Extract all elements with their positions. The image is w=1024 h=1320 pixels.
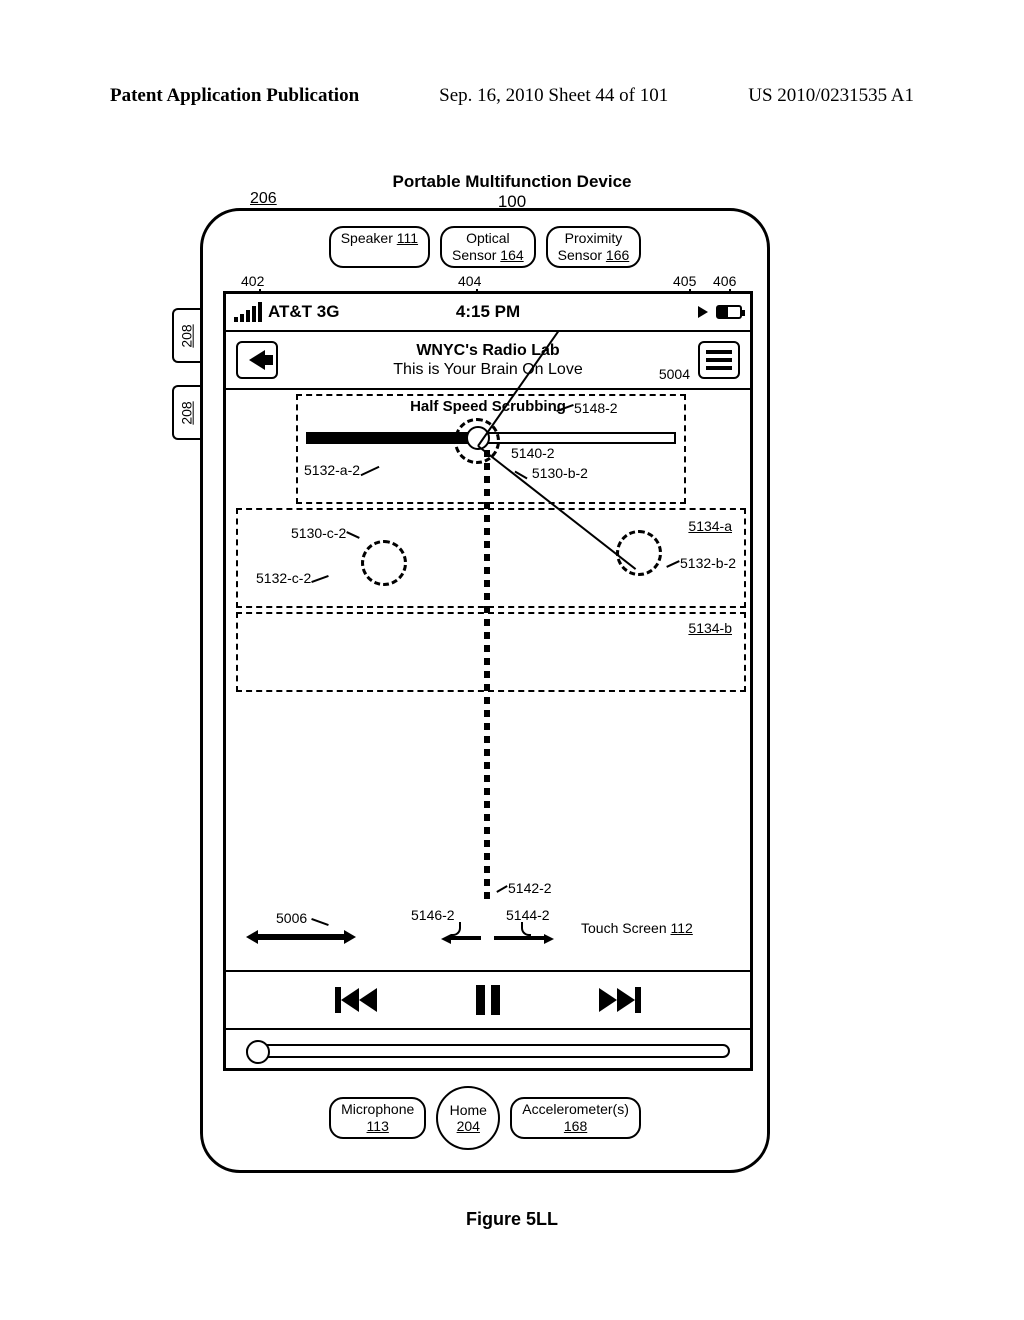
- next-button[interactable]: [599, 987, 641, 1013]
- touch-contact-2: [361, 540, 407, 586]
- device-frame: Speaker 111 OpticalSensor 164 ProximityS…: [200, 208, 770, 1173]
- ref-5144-2: 5144-2: [506, 907, 550, 923]
- ref-206: 206: [250, 190, 277, 208]
- battery-icon: [716, 305, 742, 319]
- nav-bar: WNYC's Radio Lab This is Your Brain On L…: [226, 332, 750, 390]
- touch-screen-label: Touch Screen 112: [581, 920, 693, 936]
- volume-slider[interactable]: [246, 1044, 730, 1058]
- back-button[interactable]: [236, 341, 278, 379]
- ref-5130-b-2: 5130-b-2: [514, 465, 588, 481]
- microphone-label: Microphone113: [329, 1097, 426, 1139]
- speaker-label: Speaker 111: [329, 226, 430, 268]
- lead-5144: [521, 922, 531, 936]
- mini-arrow-left-icon: [441, 934, 451, 944]
- vertical-dotted-axis: [484, 450, 490, 900]
- ref-5146-2: 5146-2: [411, 907, 455, 923]
- home-button[interactable]: Home 204: [436, 1086, 500, 1150]
- progress-fill: [308, 434, 473, 442]
- region-box-3: [236, 612, 746, 692]
- pause-button[interactable]: [476, 985, 500, 1015]
- accelerometer-label: Accelerometer(s)168: [510, 1097, 641, 1139]
- ref-5004: 5004: [659, 366, 690, 382]
- lead-5146: [451, 922, 461, 936]
- ref-5006: 5006: [276, 910, 329, 926]
- proximity-sensor-label: ProximitySensor 166: [546, 226, 642, 268]
- side-tab-208a: 208: [172, 308, 200, 363]
- ref-405: 405: [673, 273, 696, 289]
- mini-bar-left: [451, 936, 481, 940]
- mini-bar-right: [494, 936, 544, 940]
- figure-area: Portable Multifunction Device 100 206 20…: [0, 150, 1024, 1250]
- nav-title: WNYC's Radio Lab This is Your Brain On L…: [288, 341, 688, 379]
- device-title: Portable Multifunction Device: [393, 172, 632, 192]
- ref-402: 402: [241, 273, 264, 289]
- bottom-sensors: Microphone113 Home 204 Accelerometer(s)1…: [203, 1086, 767, 1150]
- touch-screen[interactable]: AT&T 3G 4:15 PM WNYC's Radio Lab This is…: [223, 291, 753, 1071]
- header-center: Sep. 16, 2010 Sheet 44 of 101: [439, 85, 668, 107]
- ref-5134-b: 5134-b: [688, 620, 732, 636]
- ref-5130-c-2: 5130-c-2: [291, 525, 360, 541]
- status-bar: AT&T 3G 4:15 PM: [226, 294, 750, 332]
- ref-404: 404: [458, 273, 481, 289]
- ref-5132-c-2: 5132-c-2: [256, 570, 329, 586]
- bottom-scrub-indicator: 5006 5146-2 5144-2 Touch Screen 112: [246, 922, 736, 952]
- status-right: [698, 305, 742, 319]
- playback-controls: [226, 970, 750, 1028]
- mini-arrow-right-icon: [544, 934, 554, 944]
- header-right: US 2010/0231535 A1: [748, 85, 914, 107]
- arrow-left-icon: [249, 350, 265, 370]
- play-status-icon: [698, 306, 708, 318]
- side-tab-208b: 208: [172, 385, 200, 440]
- previous-button[interactable]: [335, 987, 377, 1013]
- ref-5140-2: 5140-2: [511, 445, 555, 461]
- time-label: 4:15 PM: [456, 302, 520, 322]
- touch-contact-3: [616, 530, 662, 576]
- figure-label: Figure 5LL: [466, 1209, 558, 1230]
- signal-bars-icon: [234, 302, 262, 322]
- volume-bar: [226, 1028, 750, 1072]
- ref-5132-a-2: 5132-a-2: [304, 462, 380, 478]
- volume-handle[interactable]: [246, 1040, 270, 1064]
- ref-5142-2: 5142-2: [496, 880, 552, 896]
- header-left: Patent Application Publication: [110, 85, 359, 107]
- page-header: Patent Application Publication Sep. 16, …: [0, 85, 1024, 107]
- double-arrow-icon: [246, 930, 258, 944]
- ref-5132-b-2: 5132-b-2: [666, 555, 736, 571]
- top-sensors: Speaker 111 OpticalSensor 164 ProximityS…: [203, 226, 767, 268]
- ref-406: 406: [713, 273, 736, 289]
- content-area[interactable]: Half Speed Scrubbing 5148-2 5132-a-2: [226, 390, 750, 970]
- optical-sensor-label: OpticalSensor 164: [440, 226, 536, 268]
- carrier-label: AT&T 3G: [268, 302, 339, 322]
- ref-5134-a: 5134-a: [688, 518, 732, 534]
- list-button[interactable]: [698, 341, 740, 379]
